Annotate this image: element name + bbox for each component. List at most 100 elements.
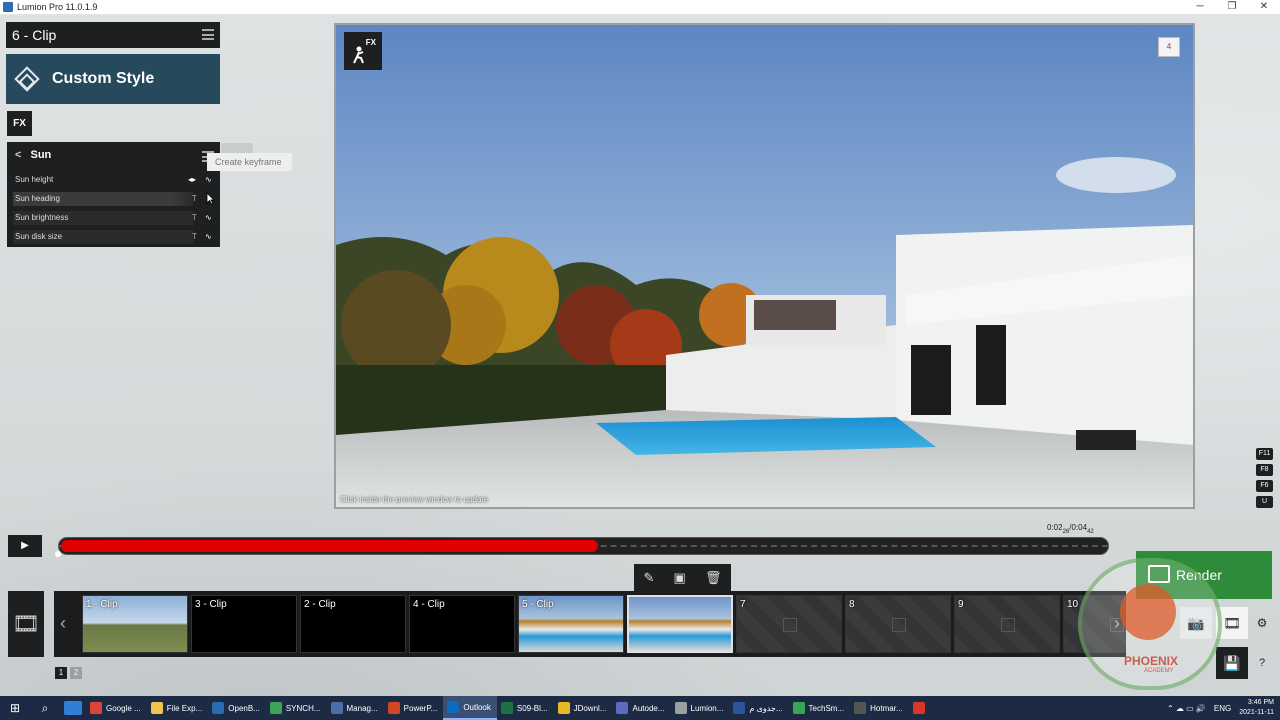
create-keyframe-tooltip: Create keyframe [207,153,292,171]
strip-prev-arrow-icon[interactable]: ‹ [60,613,66,634]
app-icon [616,702,629,714]
fx-overlay-button[interactable]: FX [344,32,382,70]
taskbar-app[interactable]: File Exp... [147,696,209,720]
taskbar-app-label: TechSm... [808,703,845,713]
settings-icon[interactable]: ⚙ [1252,613,1272,633]
clock[interactable]: 3:46 PM 2021-11-11 [1239,698,1274,718]
sun-effect-panel: < Sun Sun height ◂▸ ∿ Sun heading T Sun … [7,142,220,247]
custom-style-label: Custom Style [52,70,155,87]
taskbar-app[interactable]: OpenB... [208,696,266,720]
clip-label: 3 - Clip [195,599,227,610]
empty-slot-icon [1001,618,1015,632]
sun-heading-slider[interactable]: Sun heading [13,192,193,206]
timeline-start-handle[interactable] [55,551,61,557]
taskbar-app[interactable]: Lumion... [671,696,730,720]
custom-style-button[interactable]: Custom Style [6,54,220,104]
play-button[interactable]: ▶ [8,535,42,557]
sun-height-row[interactable]: Sun height [13,173,193,187]
mouse-cursor-icon [206,192,215,205]
taskbar-app[interactable]: Hotmar... [850,696,908,720]
u-key[interactable]: U [1256,496,1273,508]
clip-thumbnail[interactable]: 9 [954,595,1060,653]
record-button[interactable]: 4 [1158,37,1180,57]
close-button[interactable]: ✕ [1248,0,1280,14]
f11-key[interactable]: F11 [1256,448,1273,460]
mail-icon[interactable] [64,701,82,715]
text-input-icon[interactable]: T [192,232,197,241]
search-icon[interactable]: ⌕ [30,701,60,716]
app-icon [150,702,163,714]
clip-thumbnail[interactable]: 3 - Clip [191,595,297,653]
page-1[interactable]: 1 [55,667,67,679]
taskbar-app-label: Autode... [632,703,665,713]
edit-clip-icon[interactable]: ✎ [644,570,655,586]
taskbar-app-label: Outlook [463,702,491,712]
app-icon [269,702,282,714]
taskbar-app[interactable]: S09-Bl... [497,696,554,720]
minimize-button[interactable]: ─ [1184,0,1216,14]
clip-label: 2 - Clip [304,599,336,610]
taskbar-app[interactable]: Google ... [86,696,147,720]
taskbar-app[interactable]: TechSm... [789,696,851,720]
save-icon[interactable]: 💾 [1216,647,1248,679]
clip-title: 6 - Clip [12,27,57,43]
taskbar-app[interactable]: جدوی م... [729,696,788,720]
window-title: Lumion Pro 11.0.1.9 [17,2,98,12]
clip-thumbnail[interactable]: 1 - Clip [82,595,188,653]
tray-icons[interactable]: ⌃ ☁ ▭ 🔊 [1167,704,1206,713]
clip-thumbnail[interactable]: 2 - Clip [300,595,406,653]
sun-disk-size-slider[interactable]: Sun disk size [13,230,193,244]
preview-window[interactable]: FX 4 Click inside the preview window to … [334,23,1195,509]
curve-icon[interactable]: ∿ [205,175,212,184]
taskbar-app[interactable]: JDownl... [554,696,613,720]
clip-pager: 1 2 [55,667,82,679]
back-arrow-icon[interactable]: < [15,149,21,161]
app-icon [557,702,570,714]
taskbar-app-label: Manag... [346,703,378,713]
clip-thumbnail[interactable] [627,595,733,653]
f6-key[interactable]: F6 [1256,480,1273,492]
text-input-icon[interactable]: T [192,213,197,222]
fx-figure-icon [353,46,364,64]
language-indicator[interactable]: ENG [1214,704,1231,713]
fx-button[interactable]: FX [7,111,32,136]
app-icon [500,702,513,714]
taskbar-app-label: جدوی م... [749,703,783,713]
window-titlebar: Lumion Pro 11.0.1.9 ─ ❐ ✕ [0,0,1280,14]
app-icon [912,702,925,714]
taskbar-app[interactable]: Manag... [327,696,384,720]
add-clip-icon[interactable]: ▣ [674,570,686,586]
delete-clip-icon[interactable]: 🗑 [705,570,722,586]
taskbar-app[interactable] [909,696,935,720]
text-input-icon[interactable]: T [192,194,197,203]
page-2[interactable]: 2 [70,667,82,679]
taskbar-app[interactable]: Outlook [443,696,497,720]
system-tray: ⌃ ☁ ▭ 🔊 ENG 3:46 PM 2021-11-11 [1167,696,1274,720]
maximize-button[interactable]: ❐ [1216,0,1248,14]
empty-slot-icon [783,618,797,632]
curve-icon[interactable]: ∿ [205,213,212,222]
clip-thumbnail[interactable]: 4 - Clip [409,595,515,653]
taskbar-app[interactable]: PowerP... [384,696,444,720]
clip-thumbnail[interactable]: 7 [736,595,842,653]
menu-icon[interactable] [202,29,214,40]
effect-title: Sun [30,149,52,161]
app-icon [90,702,102,714]
sun-brightness-slider[interactable]: Sun brightness [13,211,193,225]
curve-icon[interactable]: ∿ [205,232,212,241]
timeline-scrubber[interactable] [58,537,1109,555]
clip-label: 1 - Clip [86,599,118,610]
taskbar-app[interactable]: SYNCH... [266,696,327,720]
taskbar-app[interactable]: Autode... [612,696,670,720]
start-icon[interactable]: ⊞ [0,701,30,715]
taskbar-app-label: Google ... [106,703,141,713]
keyframe-nav-icon[interactable]: ◂▸ [188,175,196,184]
preview-hint: Click inside the preview window to updat… [340,495,489,504]
film-strip-icon[interactable]: 🎞 [8,591,44,657]
clip-label: 7 [740,599,746,610]
clip-thumbnail[interactable]: 5 - Clip [518,595,624,653]
clip-thumbnail[interactable]: 8 [845,595,951,653]
help-icon[interactable]: ? [1252,653,1272,673]
empty-slot-icon [892,618,906,632]
f8-key[interactable]: F8 [1256,464,1273,476]
